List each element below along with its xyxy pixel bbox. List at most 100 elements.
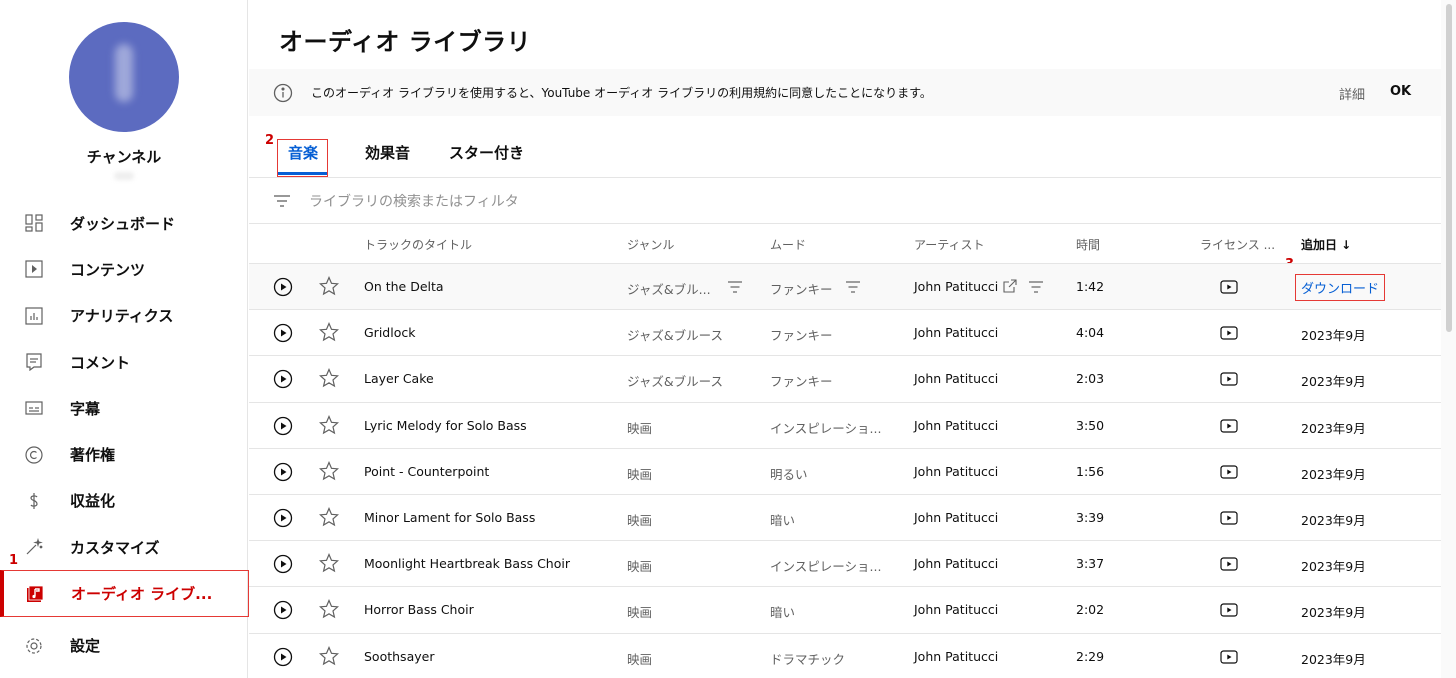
play-icon[interactable] <box>273 462 293 482</box>
header-date-added[interactable]: 追加日 ↓ <box>1301 236 1351 253</box>
youtube-license-icon <box>1220 556 1238 572</box>
sidebar-item-label: 著作権 <box>70 446 116 465</box>
track-duration: 2:02 <box>1076 602 1105 618</box>
star-icon[interactable] <box>318 645 340 666</box>
library-search[interactable]: ライブラリの検索またはフィルタ <box>249 178 1441 224</box>
track-list: On the Delta ジャズ&ブル... ファンキー John Patitucci… <box>249 264 1441 678</box>
play-icon[interactable] <box>273 323 293 343</box>
sidebar-item-analytics[interactable]: アナリティクス <box>0 293 248 339</box>
table-row[interactable]: Horror Bass Choir 映画 暗い John Patitucci 2:02 2… <box>249 587 1441 634</box>
header-license: ライセンス ... <box>1200 238 1276 252</box>
notice-ok-button[interactable]: OK <box>1390 84 1411 99</box>
track-genre: ジャズ&ブルース <box>627 328 723 344</box>
page-title: オーディオ ライブラリ <box>279 28 532 56</box>
star-icon[interactable] <box>318 553 340 573</box>
tab-bar: 音楽 効果音 スター付き <box>249 130 1441 178</box>
artist-external-link-icon[interactable] <box>1003 278 1017 293</box>
track-mood: インスピレーショ... <box>770 559 882 575</box>
sidebar-item-label: コメント <box>70 353 131 372</box>
sidebar-item-audio-library[interactable]: オーディオ ライブ... <box>0 570 249 617</box>
page-scrollbar[interactable] <box>1441 0 1456 678</box>
mood-filter-icon[interactable] <box>845 279 861 293</box>
track-date-added: 2023年9月 <box>1301 420 1366 436</box>
track-mood: 明るい <box>770 466 808 482</box>
star-icon[interactable] <box>318 414 340 435</box>
play-icon[interactable] <box>273 600 293 620</box>
table-row[interactable]: Lyric Melody for Solo Bass 映画 インスピレーショ... J… <box>249 403 1441 449</box>
play-icon[interactable] <box>273 554 293 574</box>
youtube-license-icon <box>1220 602 1238 618</box>
track-mood: 暗い <box>770 605 796 621</box>
sidebar-item-dashboard[interactable]: ダッシュボード <box>0 200 248 246</box>
monetization-icon <box>24 491 44 511</box>
header-artist: アーティスト <box>914 238 985 252</box>
sidebar-item-settings[interactable]: 設定 <box>0 623 248 669</box>
sidebar-item-comments[interactable]: コメント <box>0 339 248 385</box>
youtube-license-icon <box>1220 418 1238 434</box>
sidebar-item-label: ダッシュボード <box>70 214 176 233</box>
play-icon[interactable] <box>273 647 293 667</box>
track-genre: 映画 <box>627 605 653 621</box>
download-button[interactable]: ダウンロード <box>1295 274 1386 301</box>
tab-starred[interactable]: スター付き <box>449 142 524 163</box>
table-row[interactable]: Layer Cake ジャズ&ブルース ファンキー John Patitucci 2:0… <box>249 356 1441 403</box>
track-date-added: 2023年9月 <box>1301 328 1366 344</box>
table-row[interactable]: Minor Lament for Solo Bass 映画 暗い John Patit… <box>249 495 1441 542</box>
star-icon[interactable] <box>318 275 340 296</box>
track-artist: John Patitucci <box>914 325 999 341</box>
track-genre: ジャズ&ブル... <box>627 282 711 297</box>
play-icon[interactable] <box>273 508 293 528</box>
terms-notice: このオーディオ ライブラリを使用すると、YouTube オーディオ ライブラリの… <box>249 69 1441 116</box>
track-artist: John Patitucci <box>914 417 999 433</box>
sidebar-item-monetization[interactable]: 収益化 <box>0 478 248 524</box>
table-row[interactable]: Point - Counterpoint 映画 明るい John Patitucci 1… <box>249 449 1441 495</box>
sidebar-item-copyright[interactable]: 著作権 <box>0 431 248 477</box>
table-row[interactable]: Soothsayer 映画 ドラマチック John Patitucci 2:29 2023… <box>249 634 1441 678</box>
play-icon[interactable] <box>273 416 293 436</box>
header-genre: ジャンル <box>627 238 675 252</box>
track-genre: 映画 <box>627 559 653 575</box>
star-icon[interactable] <box>318 368 340 388</box>
channel-name: チャンネル <box>86 148 162 166</box>
star-icon[interactable] <box>318 322 340 342</box>
channel-avatar[interactable] <box>69 22 179 132</box>
sidebar-item-content[interactable]: コンテンツ <box>0 246 248 292</box>
notice-details-link[interactable]: 詳細 <box>1339 84 1365 103</box>
track-duration: 2:03 <box>1076 371 1105 387</box>
analytics-icon <box>24 306 44 326</box>
play-icon[interactable] <box>273 369 293 389</box>
star-icon[interactable] <box>318 460 340 481</box>
sidebar-item-subtitles[interactable]: 字幕 <box>0 385 248 431</box>
track-genre: 映画 <box>627 420 653 436</box>
youtube-license-icon <box>1220 649 1238 665</box>
track-mood: ファンキー <box>770 282 833 297</box>
search-placeholder: ライブラリの検索またはフィルタ <box>309 193 519 210</box>
track-artist: John Patitucci <box>914 602 999 618</box>
track-duration: 1:42 <box>1076 279 1105 294</box>
youtube-license-icon <box>1220 279 1238 295</box>
track-duration: 4:04 <box>1076 325 1105 341</box>
artist-filter-icon[interactable] <box>1028 279 1044 293</box>
star-icon[interactable] <box>318 506 340 527</box>
table-row[interactable]: Gridlock ジャズ&ブルース ファンキー John Patitucci 4:04 2… <box>249 310 1441 357</box>
play-icon[interactable] <box>273 277 293 297</box>
track-title: On the Delta <box>364 279 444 294</box>
sidebar-item-label: 設定 <box>70 637 101 656</box>
scrollbar-thumb[interactable] <box>1446 4 1452 332</box>
track-artist: John Patitucci <box>914 279 999 294</box>
track-title: Minor Lament for Solo Bass <box>364 509 536 525</box>
sidebar: チャンネル ダッシュボード コンテンツ アナリティクス コメント 字幕 著作権 … <box>0 0 249 678</box>
header-track-title: トラックのタイトル <box>364 238 473 252</box>
star-icon[interactable] <box>318 599 340 619</box>
table-row[interactable]: On the Delta ジャズ&ブル... ファンキー John Patitucci… <box>249 264 1441 311</box>
sidebar-item-customize[interactable]: カスタマイズ <box>0 524 248 570</box>
sidebar-item-label: オーディオ ライブ... <box>71 585 213 604</box>
track-title: Moonlight Heartbreak Bass Choir <box>364 556 570 572</box>
header-duration: 時間 <box>1076 238 1101 252</box>
table-header: トラックのタイトル ジャンル ムード アーティスト 時間 ライセンス ... 追… <box>249 224 1441 264</box>
table-row[interactable]: Moonlight Heartbreak Bass Choir 映画 インスピレーシ… <box>249 541 1441 588</box>
info-icon <box>273 83 293 102</box>
tab-sound-effects[interactable]: 効果音 <box>365 142 410 163</box>
track-duration: 2:29 <box>1076 648 1105 664</box>
genre-filter-icon[interactable] <box>727 279 743 293</box>
